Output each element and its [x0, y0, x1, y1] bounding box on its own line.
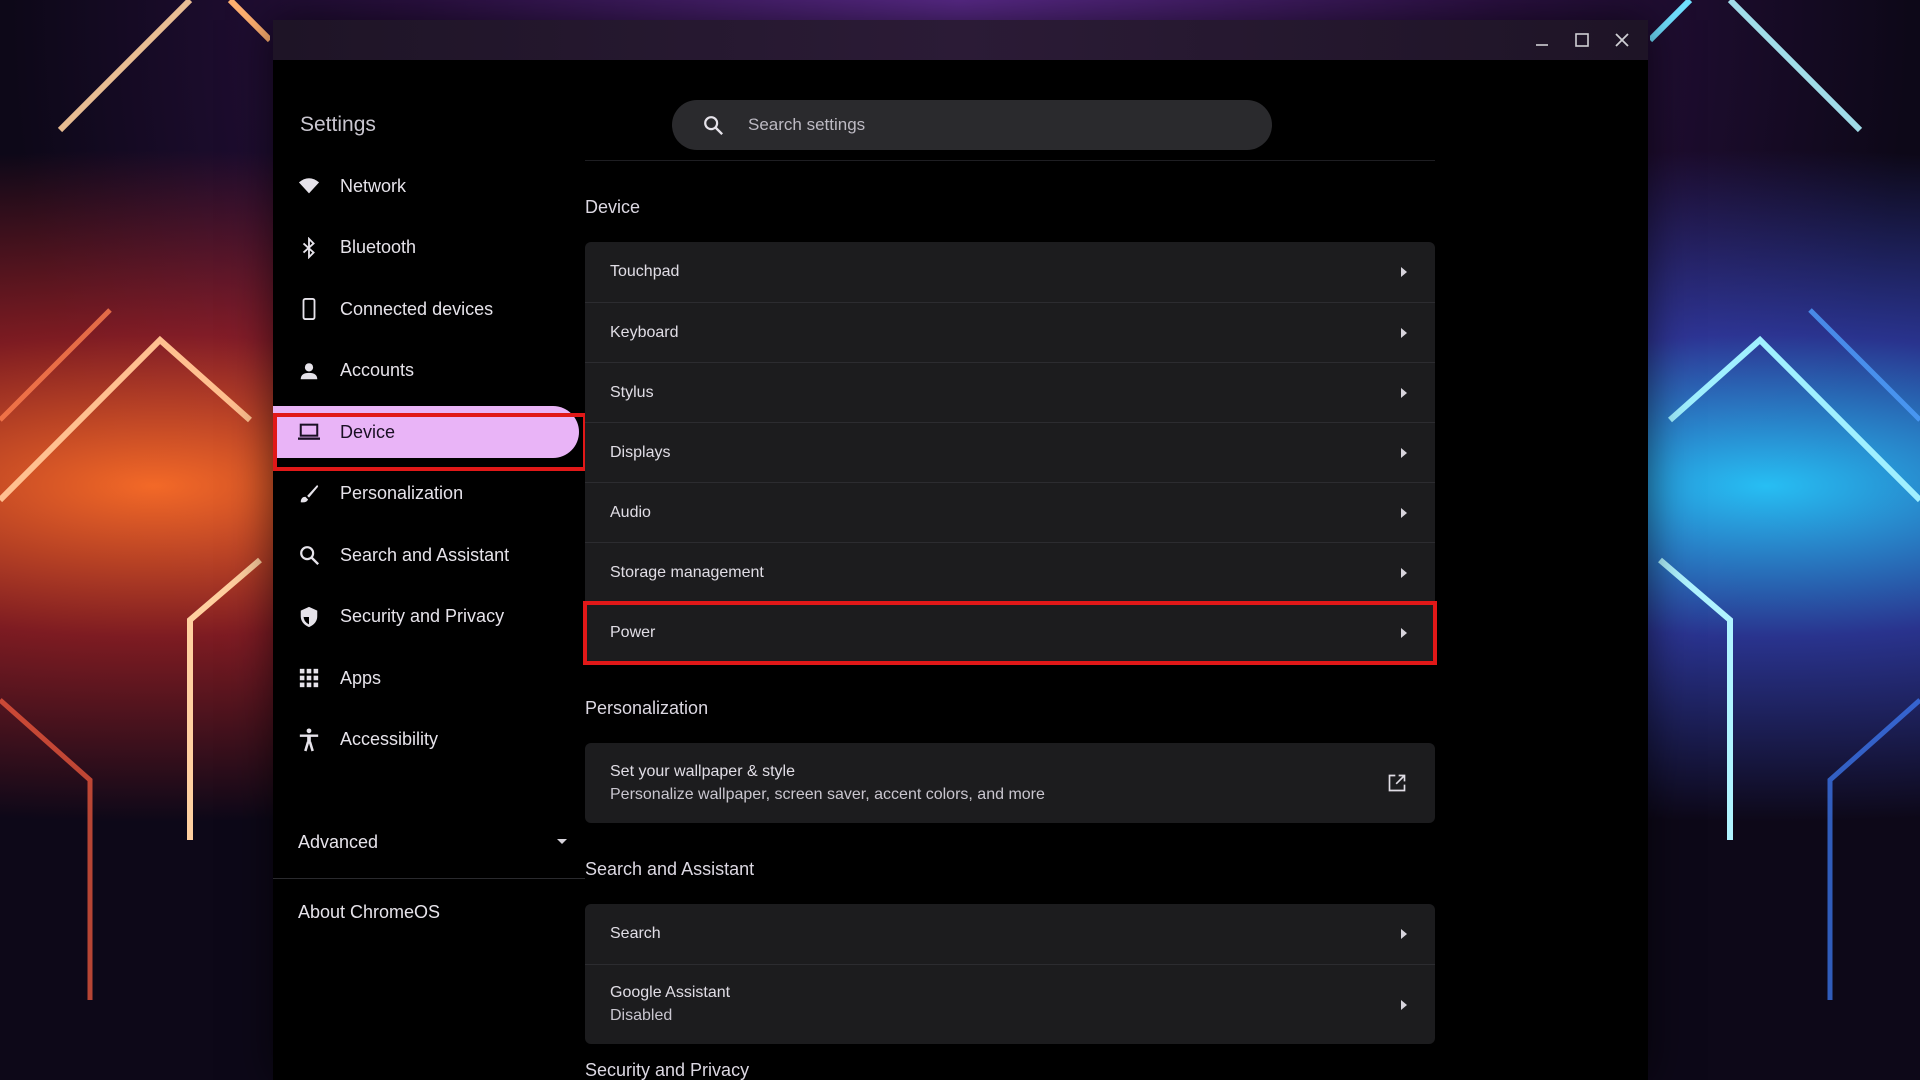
- header-divider: [585, 160, 1435, 161]
- search-icon: [296, 542, 322, 568]
- search-bar[interactable]: [672, 100, 1272, 150]
- chevron-right-icon: [1401, 999, 1407, 1010]
- sidebar-divider: [273, 878, 585, 879]
- sidebar-item-security-and-privacy[interactable]: Security and Privacy: [273, 591, 585, 643]
- row-keyboard[interactable]: Keyboard: [585, 302, 1435, 362]
- row-label: Search: [610, 925, 661, 942]
- search-input[interactable]: [746, 114, 1230, 136]
- app-title: Settings: [300, 113, 376, 136]
- sidebar-item-device[interactable]: Device: [273, 406, 579, 458]
- chevron-right-icon: [1401, 507, 1407, 518]
- phone-icon: [296, 296, 322, 322]
- sidebar-item-label: Accounts: [340, 360, 415, 380]
- title-bar: [273, 20, 1648, 60]
- row-google-assistant[interactable]: Google Assistant Disabled: [585, 964, 1435, 1044]
- sidebar-item-search-and-assistant[interactable]: Search and Assistant: [273, 529, 585, 581]
- sidebar-item-label: Apps: [340, 667, 382, 688]
- row-label: Set your wallpaper & style: [610, 762, 795, 780]
- row-label: Stylus: [610, 383, 654, 401]
- advanced-label: Advanced: [298, 831, 379, 852]
- brush-icon: [296, 481, 322, 507]
- sidebar-item-accounts[interactable]: Accounts: [273, 345, 585, 397]
- bluetooth-icon: [296, 235, 322, 261]
- about-chromeos-link[interactable]: About ChromeOS: [298, 892, 440, 932]
- section-title-device: Device: [585, 197, 641, 217]
- window-controls: [1522, 20, 1642, 60]
- sidebar: Settings Network Bluetooth Connected dev…: [273, 60, 587, 1080]
- row-sublabel: Personalize wallpaper, screen saver, acc…: [610, 785, 1045, 803]
- sidebar-nav: Network Bluetooth Connected devices Acco…: [273, 160, 585, 775]
- row-power[interactable]: Power: [585, 602, 1435, 662]
- row-wallpaper-style[interactable]: Set your wallpaper & style Personalize w…: [585, 743, 1435, 823]
- chevron-right-icon: [1401, 567, 1407, 578]
- search-assistant-card: Search Google Assistant Disabled: [585, 904, 1435, 1044]
- wallpaper-right-neon: [1650, 0, 1920, 1000]
- row-storage-management[interactable]: Storage management: [585, 542, 1435, 602]
- section-title-search-and-assistant: Search and Assistant: [585, 859, 755, 879]
- row-label: Displays: [610, 443, 671, 461]
- wifi-icon: [296, 173, 322, 199]
- maximize-button[interactable]: [1562, 20, 1602, 60]
- row-stylus[interactable]: Stylus: [585, 362, 1435, 422]
- row-search[interactable]: Search: [585, 904, 1435, 964]
- device-card: Touchpad Keyboard Stylus Displays Audio …: [585, 242, 1435, 662]
- sidebar-item-apps[interactable]: Apps: [273, 652, 585, 704]
- sidebar-item-label: Personalization: [340, 483, 464, 503]
- section-title-personalization: Personalization: [585, 698, 709, 718]
- minimize-button[interactable]: [1522, 20, 1562, 60]
- apps-grid-icon: [296, 665, 322, 691]
- advanced-toggle[interactable]: Advanced: [298, 822, 568, 862]
- open-external-icon: [1388, 774, 1406, 792]
- chevron-right-icon: [1401, 267, 1407, 277]
- wallpaper-left-neon: [0, 0, 270, 1000]
- sidebar-item-personalization[interactable]: Personalization: [273, 468, 585, 520]
- close-icon: [1615, 33, 1629, 47]
- row-audio[interactable]: Audio: [585, 482, 1435, 542]
- section-title-security-and-privacy: Security and Privacy: [585, 1060, 750, 1080]
- sidebar-item-label: Network: [340, 175, 407, 196]
- sidebar-item-accessibility[interactable]: Accessibility: [273, 714, 585, 766]
- row-touchpad[interactable]: Touchpad: [585, 242, 1435, 302]
- row-label: Audio: [610, 503, 651, 521]
- sidebar-item-label: Device: [340, 421, 396, 442]
- settings-window: Settings Network Bluetooth Connected dev…: [273, 20, 1648, 1080]
- chevron-down-icon: [557, 839, 567, 844]
- sidebar-item-network[interactable]: Network: [273, 160, 585, 212]
- accessibility-icon: [296, 727, 322, 753]
- sidebar-item-label: Connected devices: [340, 298, 494, 319]
- person-icon: [296, 358, 322, 384]
- sidebar-item-bluetooth[interactable]: Bluetooth: [273, 222, 585, 274]
- search-icon: [700, 112, 726, 138]
- row-label: Touchpad: [610, 263, 680, 280]
- row-label: Storage management: [610, 563, 764, 581]
- personalization-card: Set your wallpaper & style Personalize w…: [585, 743, 1435, 823]
- chevron-right-icon: [1401, 327, 1407, 338]
- row-status: Disabled: [610, 1007, 673, 1024]
- main-content: Device Touchpad Keyboard Stylus Displays…: [583, 60, 1648, 1080]
- laptop-icon: [296, 419, 322, 445]
- sidebar-item-label: Accessibility: [340, 729, 439, 749]
- shield-icon: [296, 604, 322, 630]
- chevron-right-icon: [1401, 627, 1407, 638]
- maximize-icon: [1575, 33, 1589, 47]
- chevron-right-icon: [1401, 929, 1407, 939]
- row-label: Google Assistant: [610, 984, 731, 1001]
- row-label: Power: [610, 623, 656, 641]
- sidebar-item-label: Bluetooth: [340, 237, 417, 257]
- sidebar-item-connected-devices[interactable]: Connected devices: [273, 283, 585, 335]
- about-label: About ChromeOS: [298, 901, 441, 922]
- sidebar-item-label: Search and Assistant: [340, 544, 510, 565]
- close-button[interactable]: [1602, 20, 1642, 60]
- chevron-right-icon: [1401, 447, 1407, 458]
- chevron-right-icon: [1401, 387, 1407, 398]
- sidebar-item-label: Security and Privacy: [340, 606, 505, 626]
- minimize-icon: [1536, 44, 1548, 46]
- row-displays[interactable]: Displays: [585, 422, 1435, 482]
- row-label: Keyboard: [610, 323, 679, 341]
